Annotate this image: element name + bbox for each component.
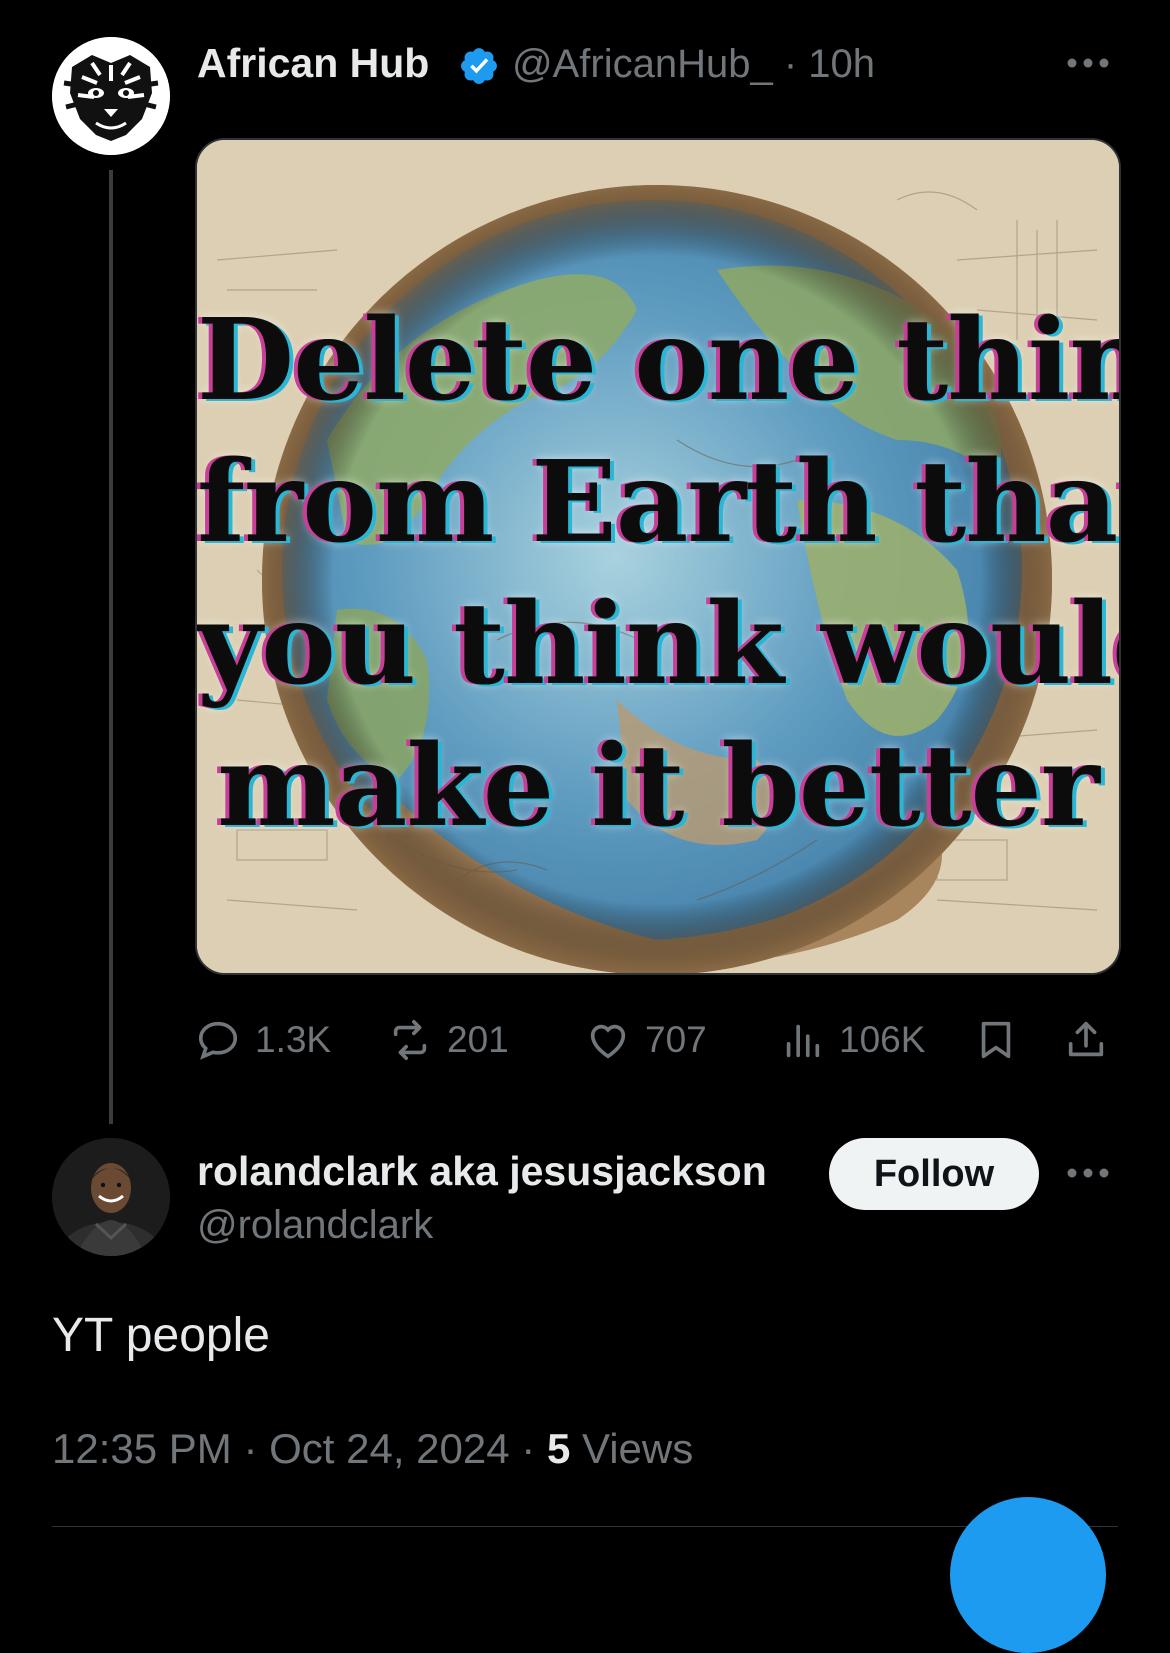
more-options-icon[interactable]: [1060, 1158, 1116, 1188]
repost-count: 201: [447, 1019, 509, 1060]
post-image[interactable]: Delete one thing from Earth that you thi…: [195, 138, 1121, 975]
caption-line: Delete one thing: [197, 295, 1119, 426]
separator: ·: [243, 1425, 270, 1472]
like-count: 707: [645, 1019, 707, 1060]
like-icon: [590, 1024, 626, 1059]
verified-badge-icon: [458, 45, 500, 87]
reply-author-handle[interactable]: @rolandclark: [197, 1203, 433, 1248]
caption-line: from Earth that: [197, 437, 1121, 568]
reply-views-count: 5: [546, 1425, 571, 1472]
reply-views-label: Views: [581, 1425, 694, 1472]
more-options-icon[interactable]: [1060, 48, 1116, 78]
divider: [52, 1526, 1118, 1527]
reply-body-text: YT people: [52, 1309, 270, 1362]
author-handle-and-time: @AfricanHub_ · 10h: [512, 42, 875, 87]
caption-line: you think would: [197, 579, 1121, 710]
caption-line: make it better: [217, 721, 1100, 852]
reply-count: 1.3K: [255, 1019, 332, 1060]
reply-time[interactable]: 12:35 PM: [52, 1425, 232, 1472]
african-hub-avatar[interactable]: [52, 37, 170, 155]
compose-fab-button[interactable]: [950, 1497, 1106, 1653]
separator: ·: [521, 1425, 547, 1472]
repost-button[interactable]: 201: [387, 1008, 509, 1072]
thread-connector-line: [109, 170, 113, 1124]
action-bar: 1.3K 201 707 106K: [195, 1008, 1125, 1078]
bookmark-icon: [981, 1021, 1011, 1059]
reply-author-name[interactable]: rolandclark aka jesusjackson: [197, 1148, 807, 1195]
share-icon: [1068, 1021, 1104, 1057]
reply-button[interactable]: 1.3K: [195, 1008, 331, 1072]
views-button[interactable]: 106K: [779, 1008, 925, 1072]
repost-icon: [393, 1019, 427, 1061]
like-button[interactable]: 707: [585, 1008, 707, 1072]
share-button[interactable]: [1063, 1008, 1123, 1072]
reply-icon: [198, 1021, 238, 1060]
author-name[interactable]: African Hub: [197, 40, 429, 87]
post-time[interactable]: · 10h: [784, 42, 875, 86]
tiger-logo-icon: [52, 37, 170, 155]
user-photo-icon: [52, 1138, 170, 1256]
follow-button[interactable]: Follow: [829, 1138, 1039, 1210]
reply-metadata: 12:35 PM · Oct 24, 2024 · 5 Views: [52, 1425, 693, 1473]
bookmark-button[interactable]: [973, 1008, 1033, 1072]
image-caption: Delete one thing from Earth that you thi…: [197, 290, 1119, 858]
views-icon: [786, 1024, 820, 1058]
reply-date[interactable]: Oct 24, 2024: [269, 1425, 510, 1472]
author-handle[interactable]: @AfricanHub_: [512, 42, 773, 86]
rolandclark-avatar[interactable]: [52, 1138, 170, 1256]
views-count: 106K: [839, 1019, 926, 1060]
